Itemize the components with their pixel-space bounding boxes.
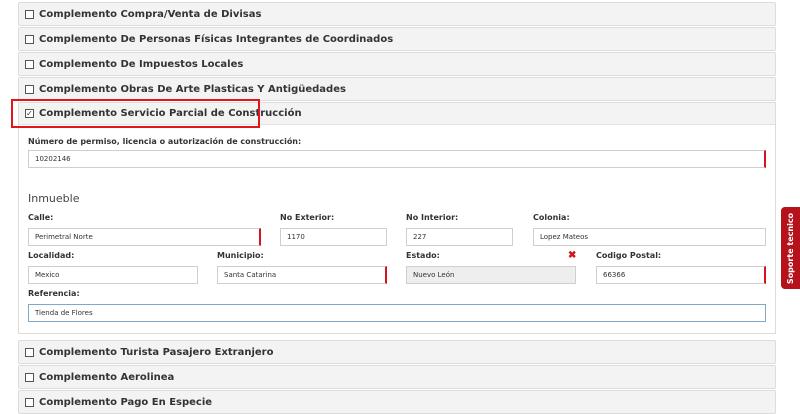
- checkbox[interactable]: [25, 34, 34, 44]
- localidad-label: Localidad:: [28, 251, 75, 260]
- no-exterior-label: No Exterior:: [280, 213, 335, 222]
- support-tab[interactable]: Soporte tecnico: [781, 207, 800, 289]
- panel-impuestos-locales[interactable]: Complemento De Impuestos Locales: [18, 52, 776, 76]
- panel-label: Complemento Pago En Especie: [39, 396, 213, 408]
- municipio-input[interactable]: Santa Catarina: [217, 266, 387, 284]
- estado-input[interactable]: Nuevo León: [406, 266, 576, 284]
- colonia-input[interactable]: Lopez Mateos: [533, 228, 766, 246]
- panel-pago-en-especie[interactable]: Complemento Pago En Especie: [18, 390, 776, 414]
- calle-label: Calle:: [28, 213, 54, 222]
- panel-turista-pasajero[interactable]: Complemento Turista Pasajero Extranjero: [18, 340, 776, 364]
- permit-label: Número de permiso, licencia o autorizaci…: [28, 137, 302, 146]
- checkbox[interactable]: [25, 84, 34, 94]
- localidad-input[interactable]: Mexico: [28, 266, 198, 284]
- checkbox[interactable]: [25, 59, 34, 69]
- panel-obras-de-arte[interactable]: Complemento Obras De Arte Plasticas Y An…: [18, 77, 776, 101]
- highlight-box: [11, 99, 260, 128]
- referencia-input[interactable]: Tienda de Flores: [28, 304, 766, 322]
- no-exterior-input[interactable]: 1170: [280, 228, 387, 246]
- municipio-label: Municipio:: [217, 251, 264, 260]
- panel-label: Complemento De Impuestos Locales: [39, 58, 244, 70]
- permit-input[interactable]: 10202146: [28, 150, 766, 168]
- panel-label: Complemento Compra/Venta de Divisas: [39, 8, 262, 20]
- checkbox[interactable]: [25, 347, 34, 357]
- no-interior-input[interactable]: 227: [406, 228, 513, 246]
- section-title: Inmueble: [28, 192, 80, 205]
- codigo-postal-input[interactable]: 66366: [596, 266, 766, 284]
- checkbox[interactable]: [25, 372, 34, 382]
- panel-compra-venta-divisas[interactable]: Complemento Compra/Venta de Divisas: [18, 2, 776, 26]
- checkbox[interactable]: [25, 9, 34, 19]
- panel-label: Complemento De Personas Físicas Integran…: [39, 33, 394, 45]
- codigo-postal-label: Codigo Postal:: [596, 251, 662, 260]
- panel-aerolinea[interactable]: Complemento Aerolinea: [18, 365, 776, 389]
- panel-label: Complemento Obras De Arte Plasticas Y An…: [39, 83, 346, 95]
- estado-label: Estado:: [406, 251, 440, 260]
- panel-label: Complemento Aerolinea: [39, 371, 175, 383]
- calle-input[interactable]: Perimetral Norte: [28, 228, 261, 246]
- referencia-label: Referencia:: [28, 289, 80, 298]
- colonia-label: Colonia:: [533, 213, 570, 222]
- no-interior-label: No Interior:: [406, 213, 459, 222]
- panel-label: Complemento Turista Pasajero Extranjero: [39, 346, 274, 358]
- clear-icon[interactable]: ✖: [568, 250, 576, 261]
- support-tab-label: Soporte tecnico: [786, 212, 796, 284]
- checkbox[interactable]: [25, 397, 34, 407]
- panel-personas-fisicas[interactable]: Complemento De Personas Físicas Integran…: [18, 27, 776, 51]
